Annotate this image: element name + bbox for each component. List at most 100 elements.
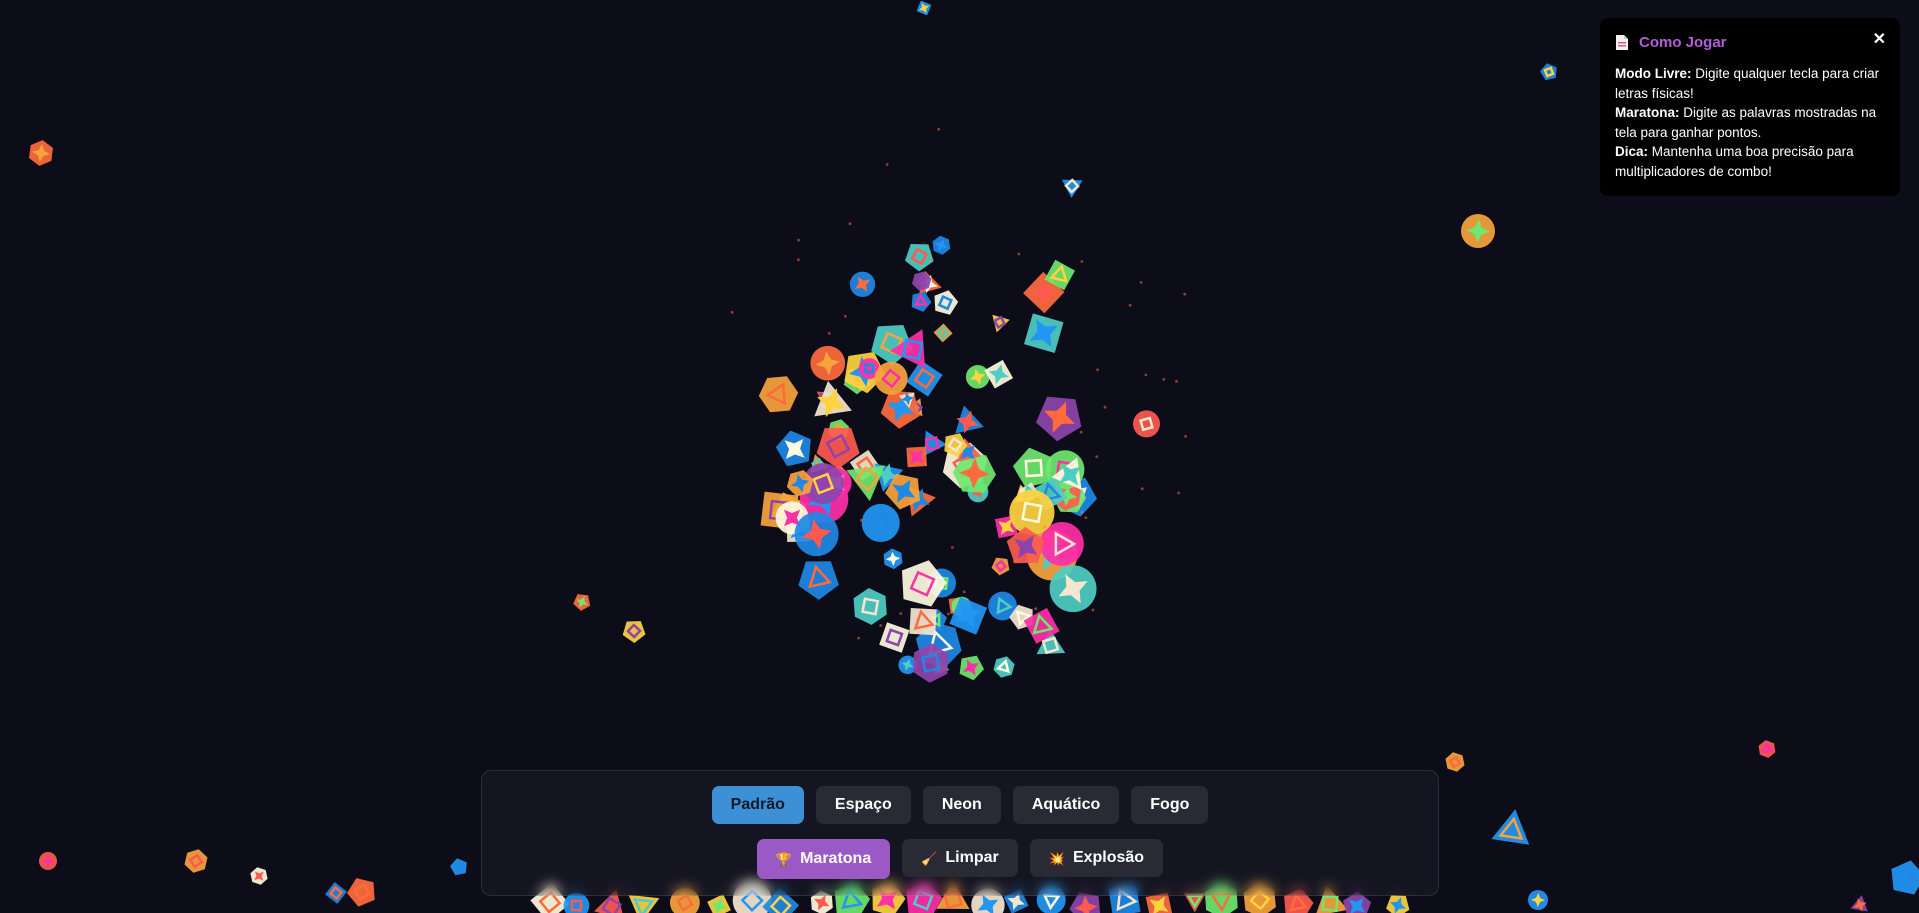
physics-shape (902, 560, 947, 607)
spark (1043, 525, 1046, 529)
spark (1034, 607, 1038, 611)
physics-shape (874, 361, 908, 395)
physics-shape (879, 622, 910, 653)
physics-shape (965, 365, 990, 389)
spark (1183, 292, 1187, 296)
action-buttons: 🏆 Maratona 🧹 Limpar 💥 Explosão (482, 839, 1438, 879)
physics-shape (924, 430, 947, 456)
physics-shape (1049, 565, 1097, 613)
spark (1139, 281, 1143, 284)
help-label: Dica: (1615, 144, 1649, 159)
physics-shape (853, 588, 887, 625)
spark (1084, 516, 1088, 519)
physics-shape (906, 446, 927, 468)
physics-shape (622, 621, 646, 643)
physics-shape (911, 291, 932, 312)
help-label: Modo Livre: (1615, 66, 1692, 81)
theme-button-aquatico[interactable]: Aquático (1012, 786, 1120, 824)
spark (1091, 608, 1095, 612)
physics-shape (450, 858, 467, 876)
theme-button-padrao[interactable]: Padrão (711, 786, 804, 824)
physics-shape (959, 655, 984, 681)
marathon-label: Maratona (800, 850, 872, 867)
physics-shape (846, 465, 885, 502)
physics-shape (707, 894, 731, 913)
spark (1184, 435, 1187, 438)
physics-shape (794, 512, 839, 557)
help-header: Como Jogar (1615, 32, 1885, 54)
physics-shape (1850, 895, 1868, 912)
spark (844, 314, 847, 318)
spark (1128, 303, 1132, 307)
spark (1080, 510, 1084, 514)
spark (885, 163, 889, 166)
physics-shape (29, 140, 53, 166)
spark (899, 612, 903, 615)
physics-shape (909, 608, 937, 636)
control-panel: Padrão Espaço Neon Aquático Fogo 🏆 Marat… (481, 770, 1439, 896)
broom-icon: 🧹 (921, 850, 938, 866)
physics-shape (39, 852, 57, 870)
physics-shape (573, 594, 591, 611)
physics-shape (1528, 890, 1548, 910)
physics-shape (955, 405, 984, 434)
spark (1144, 373, 1148, 377)
physics-shape (934, 290, 959, 315)
marathon-button[interactable]: 🏆 Maratona (756, 839, 891, 879)
theme-button-fogo[interactable]: Fogo (1131, 786, 1209, 824)
physics-shape (1024, 313, 1064, 353)
spark (1095, 455, 1099, 458)
spark (937, 127, 941, 131)
physics-shape (1009, 489, 1055, 536)
spark (730, 310, 734, 314)
clear-label: Limpar (945, 849, 999, 866)
physics-shape (250, 867, 268, 885)
theme-button-neon[interactable]: Neon (922, 786, 1001, 824)
spark (930, 258, 934, 261)
help-line-marathon: Maratona: Digite as palavras mostradas n… (1615, 103, 1885, 142)
physics-shape (849, 271, 876, 297)
physics-shape (184, 849, 208, 873)
spark (859, 518, 863, 522)
spark (1103, 405, 1107, 409)
spark (1140, 487, 1144, 491)
spark (962, 590, 966, 594)
spark (1175, 380, 1178, 383)
physics-shape (1445, 752, 1465, 772)
explode-button[interactable]: 💥 Explosão (1029, 839, 1164, 877)
help-panel: Como Jogar ✕ Modo Livre: Digite qualquer… (1600, 18, 1900, 196)
help-text: Mantenha uma boa precisão para multiplic… (1615, 144, 1854, 179)
spark (797, 258, 800, 262)
spark (1080, 260, 1084, 263)
physics-shape (1491, 809, 1530, 845)
spark (1079, 430, 1083, 434)
theme-selector: Padrão Espaço Neon Aquático Fogo (482, 786, 1438, 824)
physics-shape (932, 235, 951, 255)
physics-shape (758, 376, 799, 413)
spark (1096, 368, 1099, 372)
spark (1177, 491, 1180, 495)
physics-shape (993, 656, 1015, 678)
theme-button-espaco[interactable]: Espaço (815, 786, 911, 824)
spark (857, 636, 860, 640)
help-label: Maratona: (1615, 105, 1680, 120)
spark (797, 238, 800, 242)
physics-shape (933, 323, 953, 343)
physics-shape (628, 894, 660, 913)
physics-shape (775, 430, 811, 467)
explode-label: Explosão (1072, 849, 1145, 866)
physics-shape (883, 548, 903, 570)
spark (947, 612, 950, 616)
physics-shape (1132, 410, 1160, 438)
close-icon[interactable]: ✕ (1873, 32, 1886, 48)
spark (827, 332, 831, 335)
spark (1162, 378, 1166, 381)
spark (803, 475, 806, 479)
spark (951, 546, 954, 549)
physics-shape (810, 345, 846, 381)
physics-shape (1386, 895, 1410, 913)
document-icon (1615, 34, 1631, 52)
clear-button[interactable]: 🧹 Limpar (902, 839, 1018, 877)
explosion-icon: 💥 (1048, 850, 1065, 866)
trophy-icon: 🏆 (775, 851, 793, 867)
